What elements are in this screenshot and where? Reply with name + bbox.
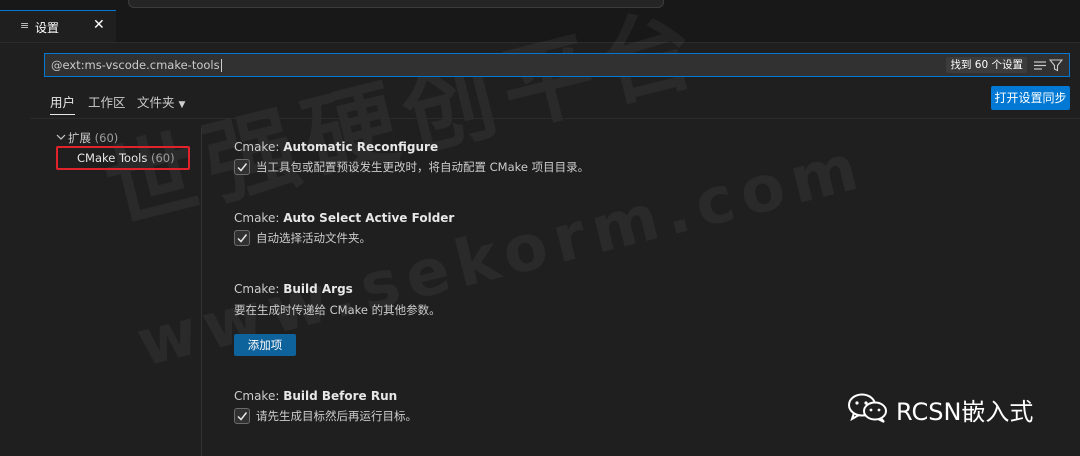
close-icon[interactable]: ✕ <box>93 17 105 33</box>
tab-user[interactable]: 用户 <box>50 92 76 115</box>
editor-tab-strip: ≡ 设置 ✕ <box>0 10 1080 43</box>
command-center[interactable] <box>128 0 664 8</box>
toc-item-extensions[interactable]: 扩展 (60) <box>56 130 118 146</box>
toc-separator <box>201 128 202 456</box>
settings-search-input[interactable]: @ext:ms-vscode.cmake-tools 找到 60 个设置 <box>44 53 1070 77</box>
automatic-reconfigure-checkbox[interactable] <box>234 159 250 175</box>
setting-auto-select-active-folder: Cmake: Auto Select Active Folder 自动选择活动文… <box>234 211 454 246</box>
check-icon <box>237 163 248 172</box>
setting-automatic-reconfigure: Cmake: Automatic Reconfigure 当工具包或配置预设发生… <box>234 140 589 175</box>
tab-workspace[interactable]: 工作区 <box>88 92 126 111</box>
tab-folder[interactable]: 文件夹 ▼ <box>137 92 185 111</box>
chevron-down-icon: ▼ <box>178 100 186 110</box>
settings-list-icon: ≡ <box>20 19 30 32</box>
tab-label: 设置 <box>35 21 60 35</box>
setting-description: 自动选择活动文件夹。 <box>256 231 371 245</box>
setting-title: Cmake: Build Args <box>234 282 353 296</box>
check-icon <box>237 412 248 421</box>
setting-title: Cmake: Automatic Reconfigure <box>234 140 439 154</box>
clear-filter-icon[interactable] <box>1033 57 1047 73</box>
result-count-badge: 找到 60 个设置 <box>946 57 1027 73</box>
check-icon <box>237 234 248 243</box>
setting-build-args: Cmake: Build Args 要在生成时传递给 CMake 的其他参数。 … <box>234 282 441 356</box>
search-query: @ext:ms-vscode.cmake-tools <box>51 58 222 72</box>
brand-text: RCSN嵌入式 <box>896 398 1034 426</box>
tab-settings[interactable]: ≡ 设置 ✕ <box>0 10 116 42</box>
setting-title: Cmake: Auto Select Active Folder <box>234 211 455 225</box>
divider <box>30 118 1080 119</box>
setting-build-before-run: Cmake: Build Before Run 请先生成目标然后再运行目标。 <box>234 389 417 424</box>
add-item-button[interactable]: 添加项 <box>234 334 296 356</box>
title-bar <box>0 0 1080 10</box>
filter-icon[interactable] <box>1048 57 1064 73</box>
setting-title: Cmake: Build Before Run <box>234 389 398 403</box>
auto-select-active-folder-checkbox[interactable] <box>234 230 250 246</box>
open-settings-sync-button[interactable]: 打开设置同步 <box>991 86 1070 110</box>
setting-description: 要在生成时传递给 CMake 的其他参数。 <box>234 303 441 317</box>
highlight-box <box>56 146 190 170</box>
setting-description: 请先生成目标然后再运行目标。 <box>256 409 417 423</box>
build-before-run-checkbox[interactable] <box>234 408 250 424</box>
chevron-down-icon <box>56 131 68 145</box>
wechat-icon <box>846 392 890 427</box>
setting-description: 当工具包或配置预设发生更改时，将自动配置 CMake 项目目录。 <box>256 160 590 174</box>
